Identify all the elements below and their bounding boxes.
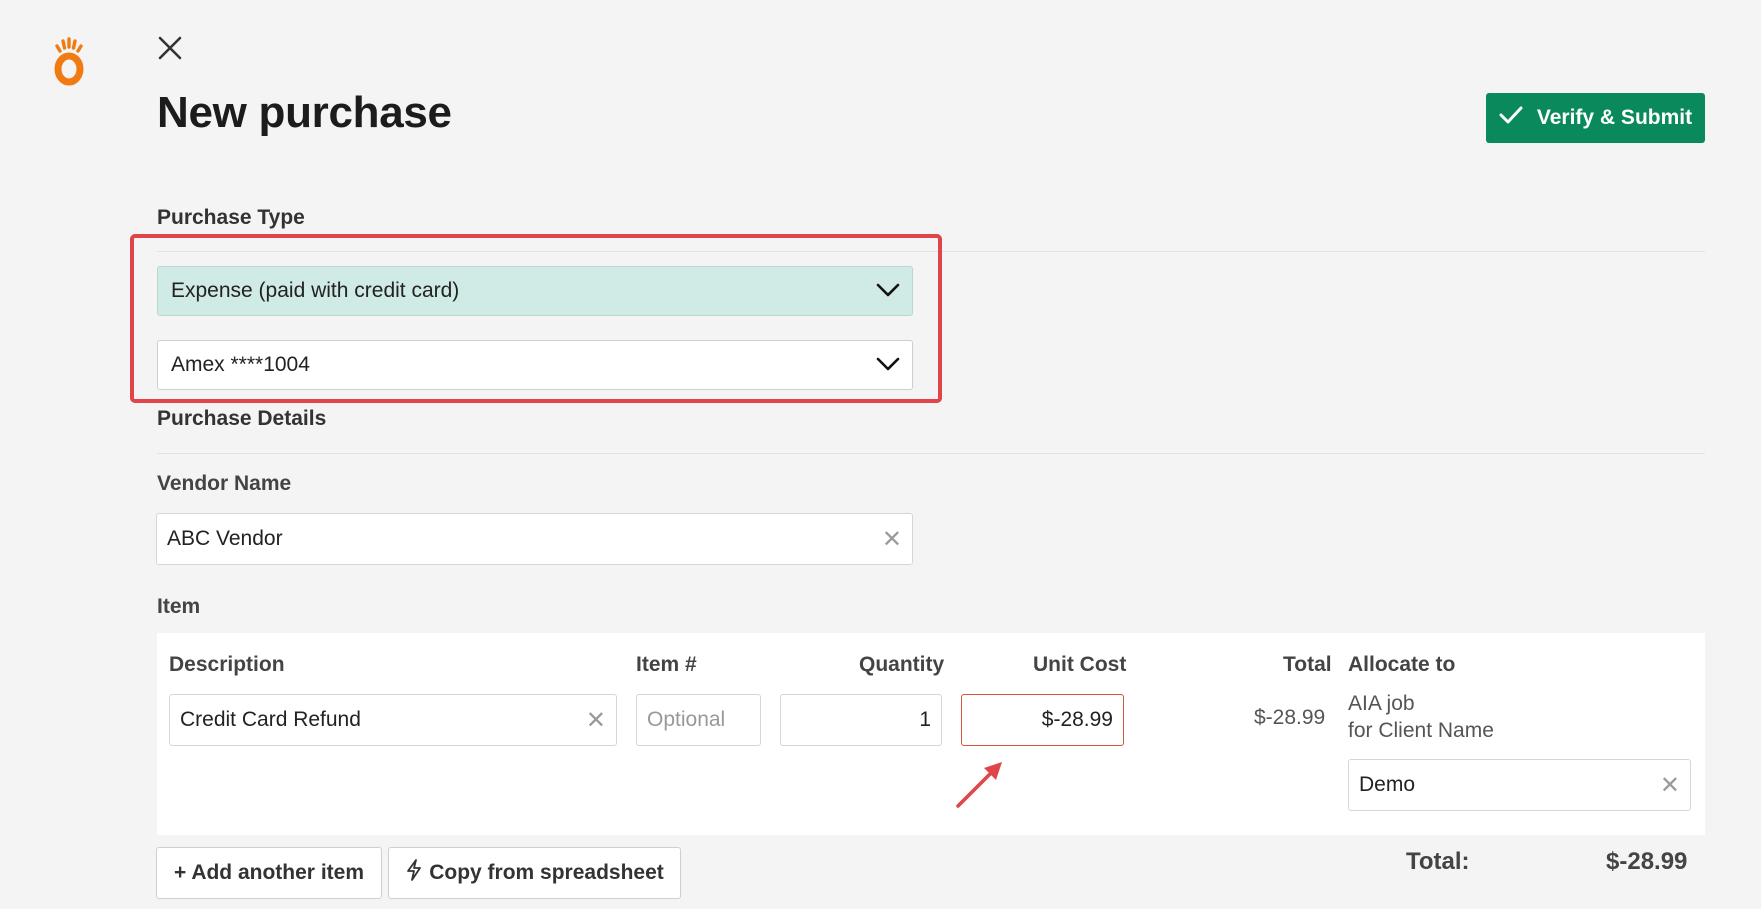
highlight-box <box>130 234 942 403</box>
column-header-item-number: Item # <box>636 653 697 676</box>
add-another-item-label: + Add another item <box>174 861 364 884</box>
column-header-total: Total <box>1283 653 1332 676</box>
allocate-to-input[interactable]: Demo ✕ <box>1348 759 1691 811</box>
check-icon <box>1499 105 1523 131</box>
item-number-input[interactable]: Optional <box>636 694 761 746</box>
verify-submit-label: Verify & Submit <box>1536 106 1693 129</box>
allocate-job-line: AIA job <box>1348 692 1415 715</box>
lightning-icon <box>405 858 423 888</box>
clear-icon[interactable]: ✕ <box>1660 771 1680 800</box>
unit-cost-value: $-28.99 <box>1041 708 1113 731</box>
copy-from-spreadsheet-button[interactable]: Copy from spreadsheet <box>388 847 681 899</box>
page-title: New purchase <box>157 88 452 137</box>
column-header-quantity: Quantity <box>859 653 945 676</box>
item-heading: Item <box>157 595 201 618</box>
verify-submit-button[interactable]: Verify & Submit <box>1486 93 1705 143</box>
purchase-details-heading: Purchase Details <box>157 407 327 430</box>
close-icon[interactable] <box>156 34 184 62</box>
add-another-item-button[interactable]: + Add another item <box>156 847 382 899</box>
grand-total-label: Total: <box>1406 848 1470 875</box>
purchase-type-heading: Purchase Type <box>157 206 305 229</box>
app-logo <box>48 36 88 88</box>
vendor-name-value: ABC Vendor <box>167 527 283 550</box>
clear-icon[interactable]: ✕ <box>586 706 606 735</box>
description-value: Credit Card Refund <box>180 708 361 731</box>
column-header-unit-cost: Unit Cost <box>1033 653 1127 676</box>
clear-icon[interactable]: ✕ <box>882 525 902 554</box>
description-input[interactable]: Credit Card Refund ✕ <box>169 694 617 746</box>
row-total: $-28.99 <box>1254 706 1326 729</box>
vendor-name-input[interactable]: ABC Vendor ✕ <box>156 513 913 565</box>
allocate-to-value: Demo <box>1359 773 1416 796</box>
allocate-client-line: for Client Name <box>1348 719 1494 742</box>
quantity-value: 1 <box>919 708 931 731</box>
grand-total-value: $-28.99 <box>1606 848 1688 875</box>
allocate-job-info: AIA job for Client Name <box>1348 690 1494 744</box>
unit-cost-input[interactable]: $-28.99 <box>961 694 1124 746</box>
column-header-description: Description <box>169 653 285 676</box>
quantity-input[interactable]: 1 <box>780 694 942 746</box>
item-number-placeholder: Optional <box>647 708 726 731</box>
annotation-arrow-icon <box>952 756 1008 812</box>
divider <box>157 453 1705 454</box>
copy-from-spreadsheet-label: Copy from spreadsheet <box>429 861 664 884</box>
vendor-name-label: Vendor Name <box>157 472 292 495</box>
column-header-allocate-to: Allocate to <box>1348 653 1456 676</box>
